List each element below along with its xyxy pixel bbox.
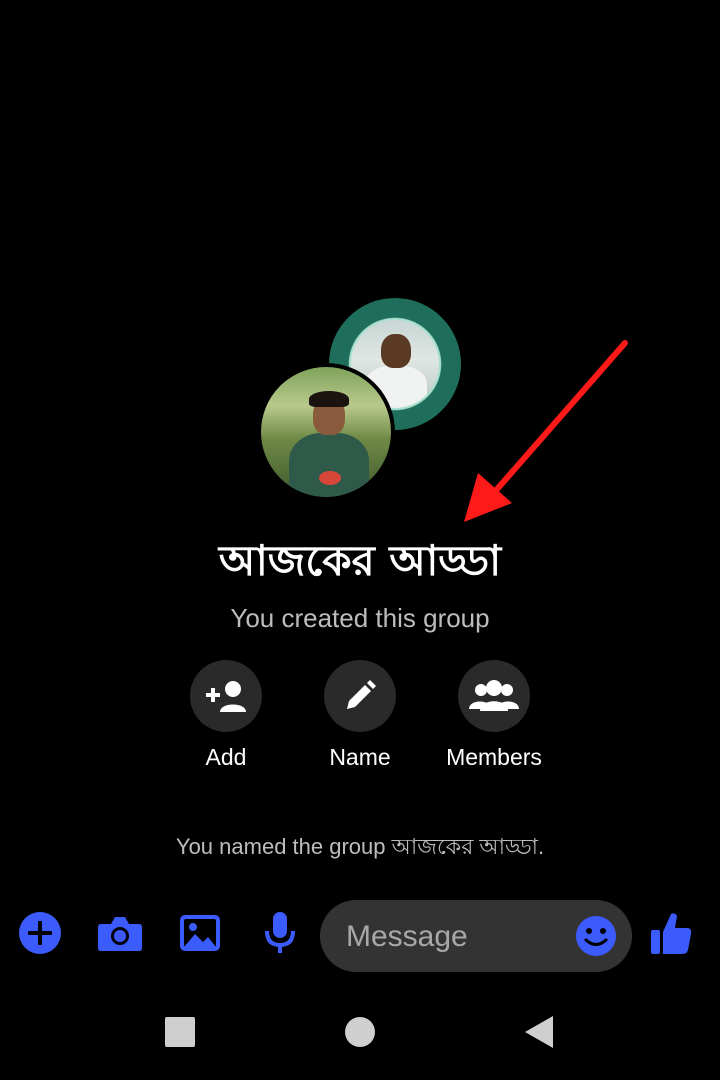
recents-square-icon[interactable] bbox=[160, 1012, 200, 1052]
members-label: Members bbox=[446, 744, 542, 770]
pencil-icon bbox=[324, 660, 396, 732]
emoji-icon[interactable] bbox=[574, 914, 618, 958]
plus-icon[interactable] bbox=[17, 910, 63, 956]
group-title: আজকের আড্ডা bbox=[218, 536, 502, 585]
annotation-arrow-icon bbox=[464, 340, 628, 522]
system-message: You named the group আজকের আড্ডা. bbox=[175, 834, 545, 859]
message-field[interactable] bbox=[320, 900, 632, 974]
message-input[interactable] bbox=[344, 900, 568, 974]
camera-icon[interactable] bbox=[97, 910, 143, 956]
gallery-icon[interactable] bbox=[177, 910, 223, 956]
members-button[interactable]: Members bbox=[419, 660, 569, 771]
mic-icon[interactable] bbox=[257, 910, 303, 956]
people-icon bbox=[458, 660, 530, 732]
group-subtitle: You created this group bbox=[230, 603, 490, 633]
thumbs-up-icon[interactable] bbox=[648, 910, 694, 956]
add-person-icon bbox=[190, 660, 262, 732]
name-label: Name bbox=[329, 744, 391, 770]
add-label: Add bbox=[205, 744, 247, 770]
home-circle-icon[interactable] bbox=[340, 1012, 380, 1052]
rename-group-button[interactable]: Name bbox=[285, 660, 435, 771]
back-triangle-icon[interactable] bbox=[518, 1012, 558, 1052]
member-avatar-primary bbox=[257, 363, 395, 501]
add-member-button[interactable]: Add bbox=[151, 660, 301, 771]
